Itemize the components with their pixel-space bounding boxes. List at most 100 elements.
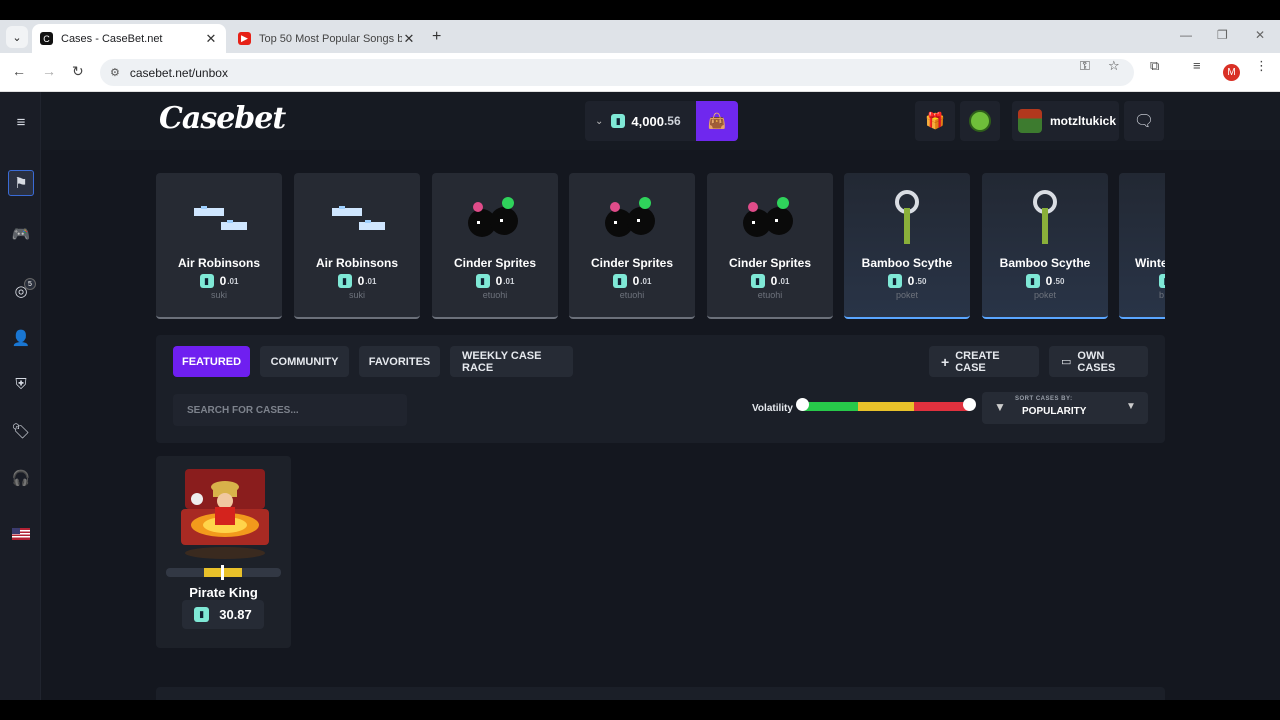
tab-weekly-case-race[interactable]: WEEKLY CASE RACE (450, 346, 573, 377)
new-tab-plus-icon[interactable]: + (432, 28, 441, 46)
drop-card[interactable]: Air Robinsons ▮ 0.01 suki (156, 173, 282, 319)
users-icon[interactable]: 👤 (8, 325, 34, 351)
close-tab-icon[interactable]: ✕ (402, 31, 416, 47)
tab-favorites[interactable]: FAVORITES (359, 346, 440, 377)
browser-tab-casebet[interactable]: C Cases - CaseBet.net ✕ (32, 24, 226, 53)
gamepad-icon[interactable]: 🎮 (8, 221, 34, 247)
address-bar[interactable]: ⚙ casebet.net/unbox (100, 59, 1134, 86)
restore-icon[interactable]: ❐ (1217, 28, 1228, 42)
tab-title: Top 50 Most Popular Songs by (259, 32, 402, 45)
youtube-favicon-icon: ▶ (238, 32, 251, 45)
tag-icon[interactable]: 🏷 (8, 418, 34, 444)
browser-tab-youtube[interactable]: ▶ Top 50 Most Popular Songs by ✕ (230, 24, 424, 53)
target-count-badge: 5 (24, 278, 36, 290)
drop-owner: b (1159, 290, 1165, 300)
drop-card[interactable]: Bamboo Scythe ▮ 0.50 poket (844, 173, 970, 319)
wallet-button[interactable]: 👜 (696, 101, 738, 141)
drop-price-dec: .01 (227, 276, 239, 286)
chevron-down-icon: ▼ (1126, 401, 1136, 412)
volatility-slider-track[interactable] (802, 402, 970, 411)
drop-owner: etuohi (482, 290, 508, 300)
level-button[interactable] (960, 101, 1000, 141)
drop-owner: suki (210, 290, 227, 300)
case-price: ▮ 30.87 (182, 600, 264, 629)
volatility-mid-segment (858, 402, 914, 411)
user-profile-button[interactable]: motzltukick (1012, 101, 1119, 141)
volatility-low-segment (802, 402, 858, 411)
volatility-min-handle[interactable] (796, 398, 809, 411)
balance-decimal: .56 (663, 114, 681, 128)
drop-owner: poket (1033, 290, 1057, 300)
headset-icon[interactable]: 🎧 (8, 465, 34, 491)
reload-icon[interactable]: ↻ (72, 63, 84, 80)
minimize-icon[interactable]: — (1180, 28, 1192, 42)
left-sidebar: ≡ ⚑ 🎮 ◎ 5 👤 ⛨ 🏷 🎧 (0, 92, 41, 700)
sort-value: POPULARITY (1022, 406, 1087, 417)
live-drops-strip: Air Robinsons ▮ 0.01 suki Air Robinsons ▮… (156, 173, 1165, 321)
forward-arrow-icon[interactable]: → (42, 63, 56, 79)
casebet-logo[interactable]: Casebet (159, 101, 286, 136)
tab-community[interactable]: COMMUNITY (260, 346, 349, 377)
coin-icon: ▮ (475, 274, 490, 288)
drop-price-whole: 0 (357, 274, 365, 288)
gift-button[interactable]: 🎁 (915, 101, 955, 141)
create-case-label: CREATE CASE (955, 349, 1000, 374)
volatility-high-segment (914, 402, 970, 411)
case-card[interactable]: Pirate King ▮ 30.87 (156, 456, 291, 648)
pirate-king-case-image (181, 469, 269, 559)
coin-icon: ▮ (1159, 274, 1165, 288)
race-flag-icon[interactable]: ⚑ (8, 170, 34, 196)
hamburger-menu-icon[interactable]: ≡ (8, 109, 34, 135)
coin-icon: ▮ (199, 274, 214, 288)
case-search-input[interactable] (173, 394, 407, 426)
drop-price: ▮ 0.01 (475, 274, 514, 288)
media-control-icon[interactable]: ≡ (1193, 58, 1201, 73)
footer-panel-edge (156, 687, 1165, 700)
username: motzltukick (1050, 114, 1117, 128)
drop-price-whole: 0 (495, 274, 503, 288)
sneaker-icon (156, 183, 282, 253)
drop-card[interactable]: Cinder Sprites ▮ 0.01 etuohi (569, 173, 695, 319)
drop-price: ▮ 0.01 (199, 274, 239, 288)
browser-menu-icon[interactable]: ⋮ (1255, 58, 1268, 74)
drop-card[interactable]: Air Robinsons ▮ 0.01 suki (294, 173, 420, 319)
drop-price: ▮ 0.50 (887, 274, 926, 288)
shield-icon[interactable]: ⛨ (8, 371, 34, 397)
close-tab-icon[interactable]: ✕ (204, 31, 218, 47)
drop-name: Cinder Sprites (728, 256, 812, 270)
case-filter-panel: FEATURED COMMUNITY FAVORITES WEEKLY CASE… (156, 335, 1165, 443)
password-key-icon[interactable]: ⚿ (1080, 58, 1090, 74)
tab-featured[interactable]: FEATURED (173, 346, 250, 377)
create-case-button[interactable]: + CREATE CASE (929, 346, 1039, 377)
ice-item-icon (1119, 183, 1165, 253)
drop-card[interactable]: Cinder Sprites ▮ 0.01 etuohi (707, 173, 833, 319)
bookmark-star-icon[interactable]: ☆ (1108, 58, 1120, 74)
balance-display[interactable]: ⌄ ▮ 4,000.56 (585, 101, 696, 141)
chat-button[interactable]: 🗨 (1124, 101, 1164, 141)
tab-search-chevron-icon[interactable]: ⌄ (6, 26, 28, 48)
drop-owner: etuohi (619, 290, 645, 300)
drop-card[interactable]: Bamboo Scythe ▮ 0.50 poket (982, 173, 1108, 319)
case-price-value: 30.87 (219, 607, 252, 622)
drop-name: Cinder Sprites (590, 256, 674, 270)
video-letterbox-bottom (0, 700, 1280, 720)
us-flag-icon[interactable] (8, 521, 34, 547)
chevron-down-icon: ⌄ (595, 115, 604, 127)
drop-price-whole: 0 (632, 274, 640, 288)
drop-card[interactable]: Cinder Sprites ▮ 0.01 etuohi (432, 173, 558, 319)
sprite-icon (432, 183, 558, 253)
drop-card[interactable]: Winte ▮ b (1119, 173, 1165, 319)
coin-icon: ▮ (750, 274, 765, 288)
own-cases-button[interactable]: ▭ OWN CASES (1049, 346, 1148, 377)
profile-avatar[interactable]: M (1223, 64, 1240, 81)
back-arrow-icon[interactable]: ← (12, 63, 26, 79)
site-info-icon[interactable]: ⚙ (110, 66, 120, 79)
volatility-max-handle[interactable] (963, 398, 976, 411)
drop-price-whole: 0 (219, 274, 227, 288)
close-window-icon[interactable]: ✕ (1255, 28, 1265, 42)
sort-dropdown[interactable]: ▼ SORT CASES BY: POPULARITY ▼ (982, 392, 1148, 424)
level-badge-icon (969, 110, 991, 132)
extensions-puzzle-icon[interactable]: ⧉ (1150, 58, 1159, 74)
coin-icon: ▮ (611, 114, 626, 128)
tab-title: Cases - CaseBet.net (61, 32, 163, 45)
